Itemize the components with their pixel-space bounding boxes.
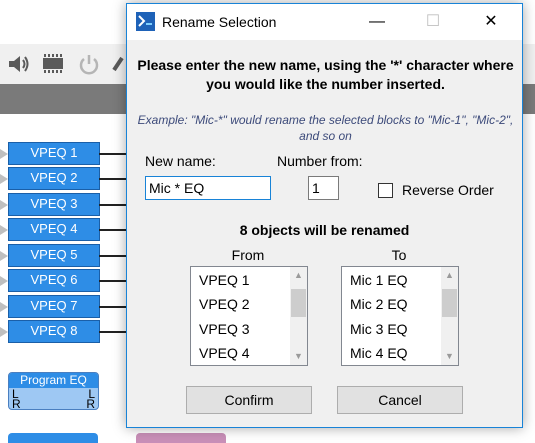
scroll-down-icon[interactable]: ▼ [290, 348, 307, 365]
reverse-order-label[interactable]: Reverse Order [402, 182, 494, 198]
speaker-icon[interactable] [6, 52, 32, 76]
cancel-button[interactable]: Cancel [337, 386, 463, 414]
from-list-scrollbar[interactable]: ▲ ▼ [290, 267, 307, 365]
partial-block[interactable] [136, 433, 226, 443]
scroll-thumb[interactable] [291, 289, 306, 317]
output-right-label: R [86, 397, 95, 411]
chip-icon[interactable] [40, 52, 66, 76]
vpeq-block[interactable]: VPEQ 3 [0, 193, 127, 216]
to-list-scrollbar[interactable]: ▲ ▼ [441, 267, 458, 365]
vpeq-block[interactable]: VPEQ 4 [0, 218, 127, 241]
dialog-body: Please enter the new name, using the '*'… [127, 40, 522, 427]
example-text: Example: "Mic-*" would rename the select… [137, 113, 514, 143]
to-list[interactable]: Mic 1 EQ Mic 2 EQ Mic 3 EQ Mic 4 EQ ▲ ▼ [341, 266, 459, 366]
scroll-thumb[interactable] [442, 289, 457, 317]
list-item: VPEQ 2 [199, 296, 250, 312]
list-item: VPEQ 4 [199, 345, 250, 361]
reverse-order-checkbox[interactable] [378, 183, 393, 198]
partial-block[interactable] [8, 433, 98, 443]
confirm-button[interactable]: Confirm [186, 386, 312, 414]
tool-icon[interactable] [110, 52, 126, 76]
maximize-icon: ☐ [425, 13, 441, 30]
list-item: VPEQ 3 [199, 321, 250, 337]
scroll-down-icon[interactable]: ▼ [441, 348, 458, 365]
number-from-input[interactable]: 1 [308, 176, 339, 200]
vpeq-block[interactable]: VPEQ 6 [0, 269, 127, 292]
new-name-label: New name: [145, 153, 216, 169]
list-item: VPEQ 1 [199, 272, 250, 288]
program-eq-title: Program EQ [9, 373, 98, 388]
list-item: Mic 3 EQ [350, 321, 408, 337]
rename-selection-dialog: Rename Selection — ☐ ✕ Please enter the … [126, 3, 523, 428]
vpeq-block[interactable]: VPEQ 8 [0, 320, 127, 343]
program-eq-block[interactable]: Program EQ L R L R [8, 372, 99, 410]
list-item: Mic 2 EQ [350, 296, 408, 312]
to-header: To [391, 247, 407, 263]
vpeq-block[interactable]: VPEQ 5 [0, 244, 127, 267]
vpeq-block[interactable]: VPEQ 2 [0, 167, 127, 190]
instruction-text: Please enter the new name, using the '*'… [137, 57, 514, 92]
input-right-label: R [12, 397, 21, 411]
close-icon[interactable]: ✕ [468, 4, 514, 40]
dialog-title: Rename Selection [162, 14, 277, 30]
vpeq-block[interactable]: VPEQ 1 [0, 142, 127, 165]
number-from-label: Number from: [277, 153, 363, 169]
rename-count-text: 8 objects will be renamed [239, 222, 410, 238]
new-name-input[interactable]: Mic * EQ [145, 176, 271, 200]
dialog-titlebar[interactable]: Rename Selection — ☐ ✕ [127, 4, 522, 40]
scroll-up-icon[interactable]: ▲ [290, 267, 307, 284]
app-icon [136, 12, 155, 31]
list-item: Mic 1 EQ [350, 272, 408, 288]
scroll-up-icon[interactable]: ▲ [441, 267, 458, 284]
list-item: Mic 4 EQ [350, 345, 408, 361]
minimize-icon[interactable]: — [354, 4, 400, 40]
from-list[interactable]: VPEQ 1 VPEQ 2 VPEQ 3 VPEQ 4 ▲ ▼ [190, 266, 308, 366]
from-header: From [231, 247, 265, 263]
power-icon[interactable] [76, 52, 102, 76]
vpeq-block[interactable]: VPEQ 7 [0, 295, 127, 318]
